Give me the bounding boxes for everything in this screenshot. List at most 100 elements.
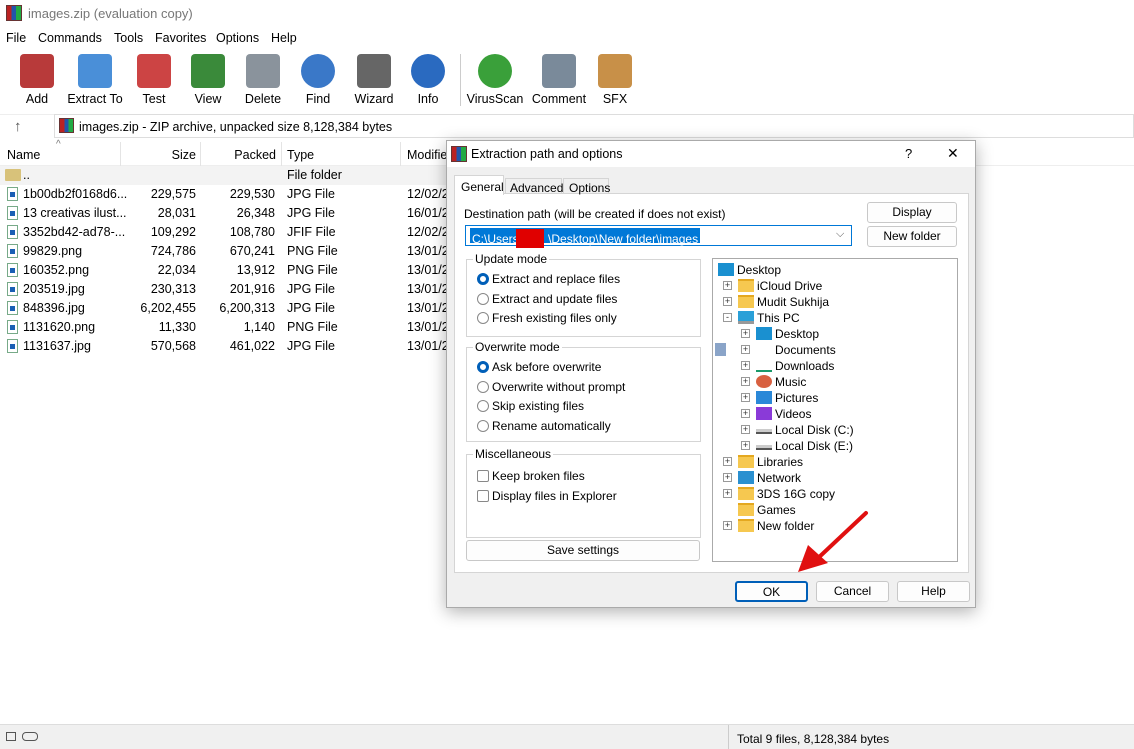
- toolbar-delete-button[interactable]: Delete: [233, 50, 293, 106]
- menu-tools[interactable]: Tools: [114, 31, 143, 45]
- table-row[interactable]: 13 creativas ilust... 28,031 26,348 JPG Fil…: [0, 204, 449, 223]
- close-icon[interactable]: ✕: [947, 145, 959, 162]
- list-item-parent-folder[interactable]: .. File folder: [0, 166, 446, 185]
- radio-ask-before-overwrite[interactable]: Ask before overwrite: [477, 360, 601, 374]
- table-row[interactable]: 203519.jpg 230,313 201,916 JPG File 13/01/2: [0, 280, 449, 299]
- checkbox-display-files-in-explorer[interactable]: Display files in Explorer: [477, 489, 617, 503]
- image-file-icon: [7, 206, 18, 220]
- tree-item-network[interactable]: + Network: [713, 470, 953, 486]
- tab-advanced[interactable]: Advanced: [505, 178, 563, 195]
- table-row[interactable]: 1131637.jpg 570,568 461,022 JPG File 13/01/2: [0, 337, 449, 356]
- up-arrow-icon[interactable]: ↑: [14, 118, 22, 135]
- expand-icon[interactable]: +: [741, 377, 750, 386]
- expand-icon[interactable]: +: [741, 361, 750, 370]
- expand-icon[interactable]: +: [741, 441, 750, 450]
- file-name: 848396.jpg: [23, 301, 85, 315]
- expand-icon[interactable]: +: [741, 393, 750, 402]
- path-prefix: C:\Users\: [472, 232, 523, 246]
- ok-button[interactable]: OK: [735, 581, 808, 602]
- toolbar-add-button[interactable]: Add: [7, 50, 67, 106]
- image-file-icon: [7, 187, 18, 201]
- help-button[interactable]: Help: [897, 581, 970, 602]
- new-folder-button[interactable]: New folder: [867, 226, 957, 247]
- file-size: 109,292: [150, 225, 196, 239]
- tree-item-libraries[interactable]: + Libraries: [713, 454, 953, 470]
- toolbar-find-button[interactable]: Find: [288, 50, 348, 106]
- desktop-icon: [756, 327, 772, 340]
- display-button[interactable]: Display: [867, 202, 957, 223]
- radio-overwrite-without-prompt[interactable]: Overwrite without prompt: [477, 380, 625, 394]
- tree-item-local-disk-e-[interactable]: + Local Disk (E:): [713, 438, 953, 454]
- overwrite-mode-group: Overwrite mode Ask before overwrite Overw…: [466, 340, 701, 442]
- file-packed: 670,241: [229, 244, 275, 258]
- expand-icon[interactable]: +: [741, 345, 750, 354]
- radio-icon: [477, 361, 489, 373]
- menu-file[interactable]: File: [6, 31, 26, 45]
- tree-item-icloud-drive[interactable]: + iCloud Drive: [713, 278, 953, 294]
- checkbox-keep-broken-files[interactable]: Keep broken files: [477, 469, 585, 483]
- image-file-icon: [7, 339, 18, 353]
- tree-item-this-pc[interactable]: - This PC: [713, 310, 953, 326]
- toolbar-info-button[interactable]: Info: [398, 50, 458, 106]
- tab-options[interactable]: Options: [563, 178, 610, 195]
- toolbar-virusscan-button[interactable]: VirusScan: [465, 50, 525, 106]
- help-icon[interactable]: ?: [905, 146, 912, 161]
- menu-favorites[interactable]: Favorites: [155, 31, 206, 45]
- option-label: Display files in Explorer: [492, 488, 617, 503]
- documents-icon: [715, 343, 726, 356]
- radio-extract-and-update-files[interactable]: Extract and update files: [477, 292, 617, 306]
- toolbar-view-button[interactable]: View: [178, 50, 238, 106]
- expand-icon[interactable]: +: [723, 281, 732, 290]
- expand-icon[interactable]: +: [723, 489, 732, 498]
- column-name[interactable]: Name: [7, 148, 40, 162]
- table-row[interactable]: 848396.jpg 6,202,455 6,200,313 JPG File 13/0…: [0, 299, 449, 318]
- tree-item-local-disk-c-[interactable]: + Local Disk (C:): [713, 422, 953, 438]
- tree-item-pictures[interactable]: + Pictures: [713, 390, 953, 406]
- tree-item-music[interactable]: + Music: [713, 374, 953, 390]
- tree-item-mudit-sukhija[interactable]: + Mudit Sukhija: [713, 294, 953, 310]
- column-size[interactable]: Size: [120, 148, 196, 162]
- tab-general[interactable]: General: [454, 175, 504, 195]
- toolbar-test-button[interactable]: Test: [124, 50, 184, 106]
- tree-item-downloads[interactable]: + Downloads: [713, 358, 953, 374]
- expand-icon[interactable]: +: [741, 329, 750, 338]
- expand-icon[interactable]: +: [741, 425, 750, 434]
- table-row[interactable]: 99829.png 724,786 670,241 PNG File 13/01/2: [0, 242, 449, 261]
- file-size: 230,313: [150, 282, 196, 296]
- menu-options[interactable]: Options: [216, 31, 259, 45]
- column-packed[interactable]: Packed: [200, 148, 276, 162]
- table-row[interactable]: 1b00db2f0168d6... 229,575 229,530 JPG File 1…: [0, 185, 449, 204]
- tree-item-documents[interactable]: + Documents: [713, 342, 953, 358]
- expand-icon[interactable]: +: [723, 521, 732, 530]
- column-type[interactable]: Type: [287, 148, 314, 162]
- cancel-button[interactable]: Cancel: [816, 581, 889, 602]
- chevron-down-icon[interactable]: ⌵: [836, 228, 844, 241]
- radio-skip-existing-files[interactable]: Skip existing files: [477, 399, 584, 413]
- menu-commands[interactable]: Commands: [38, 31, 102, 45]
- file-packed: 1,140: [243, 320, 275, 334]
- expand-icon[interactable]: +: [741, 409, 750, 418]
- radio-rename-automatically[interactable]: Rename automatically: [477, 419, 611, 433]
- radio-extract-and-replace-files[interactable]: Extract and replace files: [477, 272, 620, 286]
- radio-fresh-existing-files-only[interactable]: Fresh existing files only: [477, 311, 617, 325]
- collapse-icon[interactable]: -: [723, 313, 732, 322]
- save-settings-button[interactable]: Save settings: [466, 540, 700, 561]
- tree-item-videos[interactable]: + Videos: [713, 406, 953, 422]
- toolbar-sfx-button[interactable]: SFX: [585, 50, 645, 106]
- destination-path-combo[interactable]: C:\Users\ \Desktop\New folder\images ⌵: [465, 225, 852, 248]
- expand-icon[interactable]: +: [723, 473, 732, 482]
- tree-item-3ds-16g-copy[interactable]: +3DS 16G copy: [713, 486, 953, 502]
- toolbar-extract-to-button[interactable]: Extract To: [65, 50, 125, 106]
- toolbar-label: SFX: [602, 92, 628, 106]
- table-row[interactable]: 160352.png 22,034 13,912 PNG File 13/01/2: [0, 261, 449, 280]
- address-field[interactable]: images.zip - ZIP archive, unpacked size …: [54, 114, 1134, 138]
- table-row[interactable]: 3352bd42-ad78-... 109,292 108,780 JFIF File…: [0, 223, 449, 242]
- menu-help[interactable]: Help: [271, 31, 297, 45]
- tree-item-desktop[interactable]: Desktop: [713, 262, 953, 278]
- toolbar-wizard-button[interactable]: Wizard: [344, 50, 404, 106]
- table-row[interactable]: 1131620.png 11,330 1,140 PNG File 13/01/2: [0, 318, 449, 337]
- toolbar-comment-button[interactable]: Comment: [529, 50, 589, 106]
- expand-icon[interactable]: +: [723, 457, 732, 466]
- tree-item-desktop[interactable]: + Desktop: [713, 326, 953, 342]
- expand-icon[interactable]: +: [723, 297, 732, 306]
